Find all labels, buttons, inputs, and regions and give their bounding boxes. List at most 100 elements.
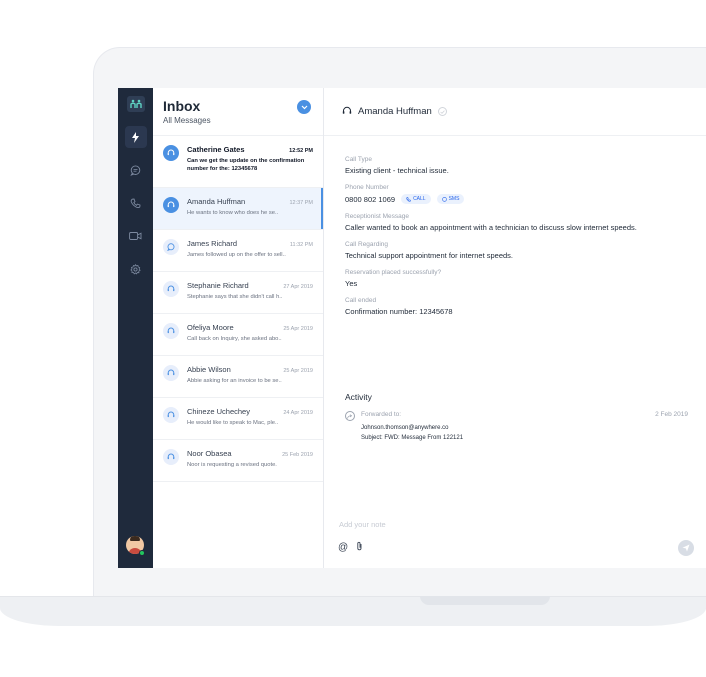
chat-bubble-icon — [163, 239, 179, 255]
mention-icon[interactable]: @ — [338, 542, 348, 553]
conversation-body: Ofeliya Moore 25 Apr 2019 Call back on I… — [187, 323, 313, 355]
conversation-item[interactable]: Abbie Wilson 25 Apr 2019 Abbie asking fo… — [153, 356, 323, 398]
conversation-time: 27 Apr 2019 — [283, 284, 313, 290]
conversation-body: Catherine Gates 12:52 PM Can we get the … — [187, 145, 313, 187]
field-value: 0800 802 1069 CALL SMS — [345, 194, 706, 204]
field-label: Call ended — [345, 297, 377, 304]
lightning-icon[interactable] — [124, 126, 147, 148]
conversation-name: Stephanie Richard — [187, 281, 249, 290]
conversation-header: Abbie Wilson 25 Apr 2019 — [187, 365, 313, 374]
headset-icon — [163, 449, 179, 465]
phone-icon — [406, 196, 411, 202]
conversation-time: 11:32 PM — [289, 242, 313, 248]
headset-icon — [163, 323, 179, 339]
conversation-preview: Stephanie says that she didn't call h.. — [187, 294, 283, 300]
headset-icon — [163, 197, 179, 213]
conversation-time: 25 Apr 2019 — [283, 326, 313, 332]
field-value: Technical support appointment for intern… — [345, 251, 514, 260]
conversation-name: Amanda Huffman — [187, 197, 246, 206]
conversation-item[interactable]: James Richard 11:32 PM James followed up… — [153, 230, 323, 272]
conversation-body: Abbie Wilson 25 Apr 2019 Abbie asking fo… — [187, 365, 313, 397]
sms-button[interactable]: SMS — [436, 194, 465, 204]
activity-entry: Forwarded to: 2 Feb 2019 — [345, 411, 688, 421]
sms-button-label: SMS — [448, 196, 460, 202]
conversation-name: Noor Obasea — [187, 449, 232, 458]
conversation-item[interactable]: Noor Obasea 25 Feb 2019 Noor is requesti… — [153, 440, 323, 482]
conversation-item[interactable]: Amanda Huffman 12:37 PM He wants to know… — [153, 188, 323, 230]
conversation-header: Amanda Huffman 12:37 PM — [187, 197, 313, 206]
headset-icon — [163, 407, 179, 423]
conversation-body: Chineze Uchechey 24 Apr 2019 He would li… — [187, 407, 313, 439]
phone-number-field: Phone Number 0800 802 1069 CALL SMS — [345, 184, 706, 204]
conversation-header: Ofeliya Moore 25 Apr 2019 — [187, 323, 313, 332]
activity-subject: Subject: FWD: Message From 122121 — [361, 435, 464, 441]
forward-icon — [345, 411, 355, 421]
conversation-item[interactable]: Ofeliya Moore 25 Apr 2019 Call back on I… — [153, 314, 323, 356]
conversation-body: Amanda Huffman 12:37 PM He wants to know… — [187, 197, 313, 229]
inbox-filter-label[interactable]: All Messages — [163, 116, 323, 125]
message-fields: Call Type Existing client - technical is… — [324, 136, 706, 316]
activity-section: Activity Forwarded to: 2 Feb 2019 Johnso… — [345, 392, 688, 441]
conversation-list: Catherine Gates 12:52 PM Can we get the … — [153, 136, 323, 482]
activity-date: 2 Feb 2019 — [655, 411, 688, 418]
video-icon[interactable] — [125, 225, 147, 247]
conversation-name: Abbie Wilson — [187, 365, 231, 374]
conversation-preview: James followed up on the offer to sell.. — [187, 252, 286, 258]
paperclip-icon[interactable] — [356, 538, 363, 556]
conversation-preview: He wants to know who does he se.. — [187, 210, 279, 216]
composer-tools: @ — [338, 538, 694, 556]
conversation-body: James Richard 11:32 PM James followed up… — [187, 239, 313, 271]
check-icon[interactable] — [437, 107, 447, 116]
call-button[interactable]: CALL — [401, 194, 431, 204]
call-type-field: Call Type Existing client - technical is… — [345, 156, 706, 175]
headset-icon — [342, 103, 352, 121]
field-value: Existing client - technical issue. — [345, 166, 449, 175]
field-label: Call Regarding — [345, 241, 388, 248]
headset-icon — [163, 365, 179, 381]
left-rail — [118, 88, 153, 568]
message-detail: Amanda Huffman Call Type Existing client… — [324, 88, 706, 568]
conversation-header: James Richard 11:32 PM — [187, 239, 313, 248]
conversation-time: 12:52 PM — [289, 148, 313, 154]
conversation-name: Ofeliya Moore — [187, 323, 234, 332]
headset-icon — [163, 145, 179, 161]
gear-icon[interactable] — [125, 258, 147, 280]
send-button[interactable] — [678, 540, 694, 556]
note-composer: Add your note @ — [338, 520, 694, 562]
conversation-time: 24 Apr 2019 — [283, 410, 313, 416]
note-input[interactable]: Add your note — [339, 520, 694, 529]
conversation-item[interactable]: Stephanie Richard 27 Apr 2019 Stephanie … — [153, 272, 323, 314]
field-label: Call Type — [345, 156, 372, 163]
detail-header: Amanda Huffman — [324, 88, 706, 136]
call-regarding-field: Call Regarding Technical support appoint… — [345, 241, 706, 260]
contact-name: Amanda Huffman — [358, 106, 432, 117]
conversation-name: Catherine Gates — [187, 145, 245, 154]
conversation-header: Catherine Gates 12:52 PM — [187, 145, 313, 154]
receptionist-message-field: Receptionist Message Caller wanted to bo… — [345, 213, 706, 232]
activity-email[interactable]: Johnson.thomson@anywhere.co — [361, 425, 688, 431]
call-ended-field: Call ended Confirmation number: 12345678 — [345, 297, 706, 316]
conversation-item[interactable]: Catherine Gates 12:52 PM Can we get the … — [153, 136, 323, 188]
inbox-panel: Inbox All Messages Catherine Gates 12:52… — [153, 88, 324, 568]
conversation-time: 12:37 PM — [289, 200, 313, 206]
conversation-header: Stephanie Richard 27 Apr 2019 — [187, 281, 313, 290]
inbox-menu-chevron-icon[interactable] — [297, 100, 311, 114]
field-value: Caller wanted to book an appointment wit… — [345, 223, 637, 232]
online-status-dot — [139, 550, 145, 556]
app-screen: Inbox All Messages Catherine Gates 12:52… — [118, 88, 706, 568]
app-logo-icon[interactable] — [126, 96, 145, 112]
chat-bubble-icon — [441, 196, 447, 202]
conversation-name: James Richard — [187, 239, 238, 248]
conversation-body: Stephanie Richard 27 Apr 2019 Stephanie … — [187, 281, 313, 313]
activity-title: Activity — [345, 392, 372, 402]
conversation-preview: Can we get the update on the confirmatio… — [187, 158, 305, 172]
conversation-body: Noor Obasea 25 Feb 2019 Noor is requesti… — [187, 449, 313, 481]
laptop-base — [0, 596, 706, 626]
conversation-item[interactable]: Chineze Uchechey 24 Apr 2019 He would li… — [153, 398, 323, 440]
call-button-label: CALL — [413, 196, 426, 202]
chat-icon[interactable] — [125, 159, 147, 181]
phone-icon[interactable] — [125, 192, 147, 214]
field-label: Reservation placed successfully? — [345, 269, 442, 276]
conversation-header: Noor Obasea 25 Feb 2019 — [187, 449, 313, 458]
conversation-preview: Noor is requesting a revised quote. — [187, 462, 277, 468]
